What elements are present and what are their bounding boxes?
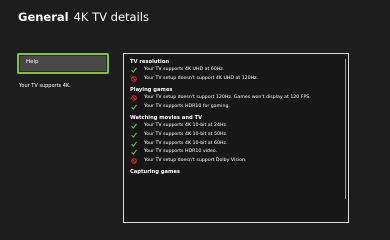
check-icon (131, 141, 137, 147)
section-heading: Playing games (130, 87, 173, 94)
item-text: Your TV supports HDR10 video. (144, 149, 218, 155)
help-button-label: Help (26, 59, 39, 65)
supported-item: Your TV supports 4K UHD at 60Hz. (130, 66, 340, 75)
details-content: TV resolution Your TV supports 4K UHD at … (130, 58, 340, 176)
item-text: Your TV supports 4K 10-bit at 24Hz. (144, 123, 228, 129)
supported-item: Your TV supports 4K 10-bit at 60Hz. (130, 140, 340, 149)
scrollbar[interactable] (345, 59, 346, 199)
section-heading: TV resolution (130, 59, 170, 65)
check-icon (131, 132, 137, 138)
item-text: Your TV setup doesn't support 120Hz. Gam… (144, 95, 311, 101)
help-button[interactable]: Help (17, 53, 109, 74)
item-text: Your TV supports 4K 10-bit at 60Hz. (144, 140, 228, 146)
section-title: General (18, 10, 69, 24)
prohibited-icon (131, 95, 137, 101)
check-icon (131, 67, 137, 73)
section-heading: Watching movies and TV (130, 115, 203, 122)
unsupported-item: Your TV setup doesn't support 4K UHD at … (130, 75, 340, 84)
supported-item: Your TV supports 4K 10-bit at 50Hz. (130, 131, 340, 140)
details-panel[interactable]: TV resolution Your TV supports 4K UHD at … (123, 53, 349, 223)
page-title: General 4K TV details (18, 10, 149, 24)
prohibited-icon (131, 75, 137, 82)
item-text: Your TV supports 4K 10-bit at 50Hz. (144, 131, 228, 137)
section-heading: Capturing games (130, 169, 180, 176)
page-subtitle: 4K TV details (73, 10, 149, 24)
item-text: Your TV setup doesn't support Dolby Visi… (144, 157, 247, 163)
check-icon (131, 149, 137, 156)
supported-item: Your TV supports 4K 10-bit at 24Hz. (130, 122, 340, 131)
check-icon (131, 123, 137, 130)
unsupported-item: Your TV setup doesn't support 120Hz. Gam… (130, 94, 340, 103)
prohibited-icon (131, 157, 137, 164)
item-text: Your TV setup doesn't support 4K UHD at … (144, 75, 259, 81)
check-icon (131, 104, 137, 110)
item-text: Your TV supports HDR10 for gaming. (144, 103, 230, 109)
item-text: Your TV supports 4K UHD at 60Hz. (144, 67, 225, 72)
supported-item: Your TV supports HDR10 video. (130, 148, 340, 157)
supported-item: Your TV supports HDR10 for gaming. (130, 103, 340, 112)
unsupported-item: Your TV setup doesn't support Dolby Visi… (130, 157, 340, 166)
tv-support-text: Your TV supports 4K. (19, 83, 71, 89)
